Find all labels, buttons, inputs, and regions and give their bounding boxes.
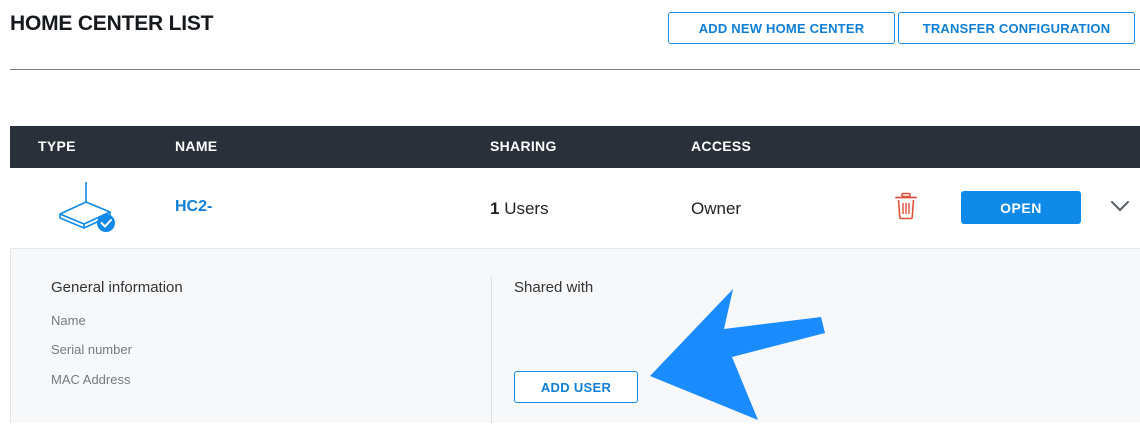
- table-row[interactable]: HC2- 1 Users Owner OPEN: [10, 168, 1140, 249]
- page-title: HOME CENTER LIST: [10, 12, 214, 35]
- chevron-down-icon[interactable]: [1108, 194, 1132, 218]
- mac-address-label: MAC Address: [51, 372, 131, 387]
- trash-icon[interactable]: [894, 192, 918, 220]
- column-name: NAME: [175, 138, 218, 154]
- add-user-button[interactable]: ADD USER: [514, 371, 638, 403]
- users-count-label: Users: [499, 199, 549, 218]
- table-header: TYPE NAME SHARING ACCESS: [10, 126, 1140, 168]
- annotation-arrow-icon: [650, 289, 825, 420]
- router-verified-icon: [59, 182, 115, 232]
- transfer-configuration-button[interactable]: TRANSFER CONFIGURATION: [898, 12, 1135, 44]
- name-label: Name: [51, 313, 86, 328]
- column-access: ACCESS: [691, 138, 752, 154]
- details-separator: [491, 277, 492, 423]
- details-panel: General information Name Serial number M…: [10, 249, 1140, 423]
- header-divider: [10, 69, 1140, 70]
- access-value: Owner: [691, 199, 742, 218]
- serial-number-label: Serial number: [51, 342, 132, 357]
- add-home-center-button[interactable]: ADD NEW HOME CENTER: [668, 12, 895, 44]
- general-information-title: General information: [51, 279, 183, 296]
- column-type: TYPE: [38, 138, 76, 154]
- column-sharing: SHARING: [490, 138, 557, 154]
- shared-with-title: Shared with: [514, 279, 594, 296]
- home-center-name-link[interactable]: HC2-: [175, 198, 212, 216]
- open-button[interactable]: OPEN: [961, 191, 1081, 224]
- sharing-users-count: 1 Users: [490, 199, 549, 219]
